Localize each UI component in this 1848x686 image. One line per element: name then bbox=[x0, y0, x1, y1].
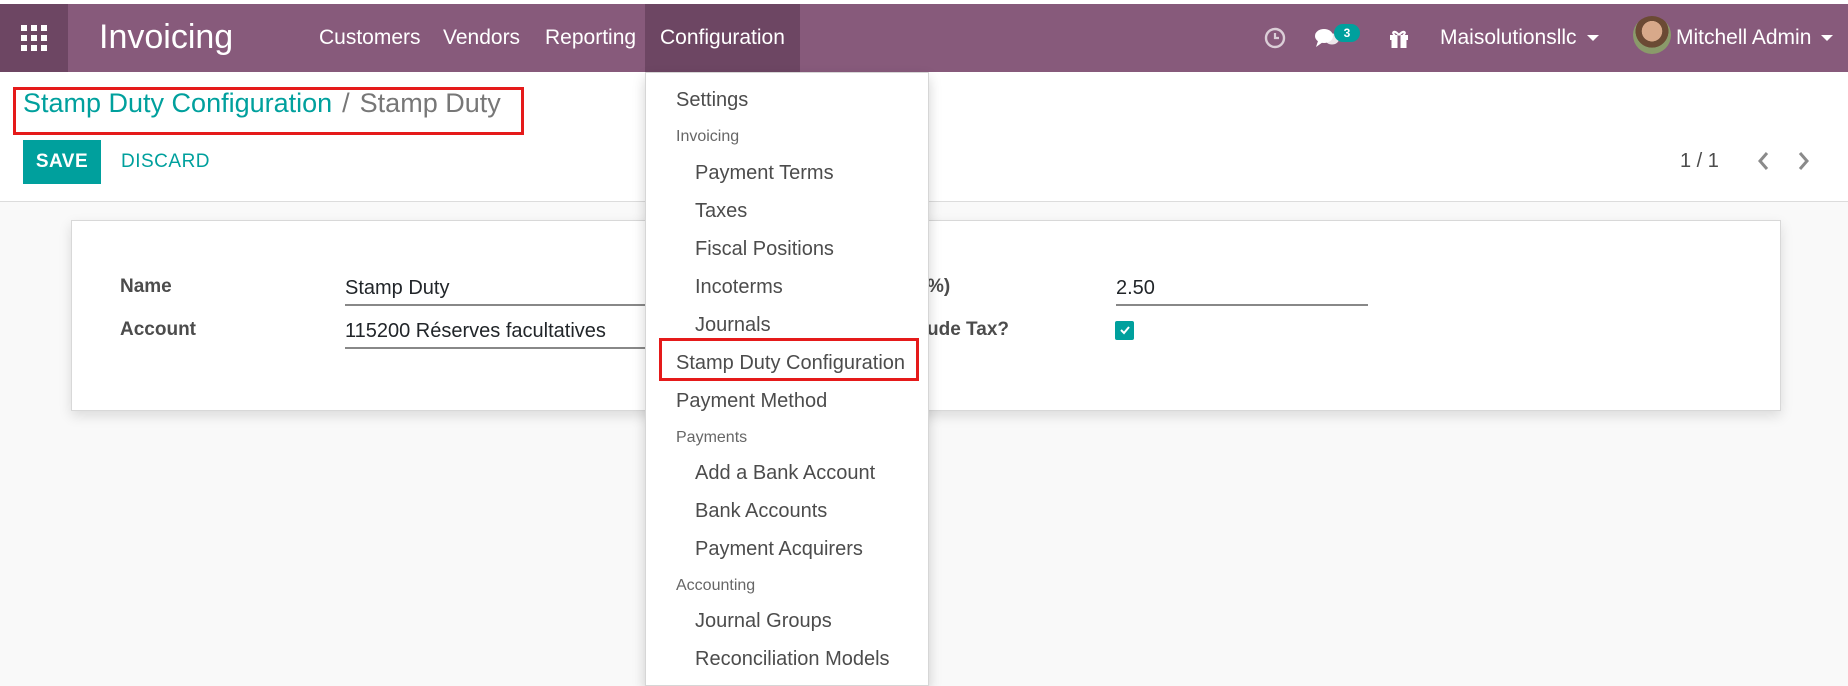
menu-customers[interactable]: Customers bbox=[319, 4, 421, 72]
menu-item-fiscal-positions[interactable]: Fiscal Positions bbox=[695, 238, 834, 261]
menu-reporting[interactable]: Reporting bbox=[545, 4, 636, 72]
menu-item-add-bank-account[interactable]: Add a Bank Account bbox=[695, 462, 875, 485]
exclude-tax-checkbox[interactable] bbox=[1115, 321, 1134, 340]
percent-label: %) bbox=[927, 276, 951, 297]
exclude-tax-label: ude Tax? bbox=[927, 319, 1009, 340]
company-switcher[interactable]: Maisolutionsllc bbox=[1440, 4, 1599, 72]
grid-icon bbox=[21, 25, 47, 51]
account-field[interactable]: 115200 Réserves facultatives bbox=[345, 320, 650, 349]
menu-item-payment-acquirers[interactable]: Payment Acquirers bbox=[695, 538, 863, 561]
menu-item-journals[interactable]: Journals bbox=[695, 314, 771, 337]
menu-item-journal-groups[interactable]: Journal Groups bbox=[695, 610, 832, 633]
breadcrumb-highlight-box bbox=[13, 87, 524, 135]
menu-highlight-box bbox=[659, 338, 919, 381]
menu-item-payment-method[interactable]: Payment Method bbox=[676, 390, 827, 413]
activity-clock-icon[interactable] bbox=[1264, 4, 1286, 72]
menu-item-taxes[interactable]: Taxes bbox=[695, 200, 747, 223]
menu-item-payment-terms[interactable]: Payment Terms bbox=[695, 162, 834, 185]
apps-menu-button[interactable] bbox=[0, 4, 68, 72]
menu-configuration[interactable]: Configuration bbox=[645, 4, 800, 72]
account-label: Account bbox=[120, 319, 196, 340]
user-name: Mitchell Admin bbox=[1676, 26, 1812, 49]
menu-item-incoterms[interactable]: Incoterms bbox=[695, 276, 783, 299]
user-menu[interactable]: Mitchell Admin bbox=[1676, 4, 1834, 72]
menu-header-payments: Payments bbox=[676, 429, 748, 446]
discard-button[interactable]: DISCARD bbox=[121, 140, 210, 184]
menu-header-accounting: Accounting bbox=[676, 577, 756, 594]
save-button[interactable]: SAVE bbox=[23, 140, 101, 184]
company-name: Maisolutionsllc bbox=[1440, 26, 1577, 49]
menu-item-bank-accounts[interactable]: Bank Accounts bbox=[695, 500, 827, 523]
pager-counter[interactable]: 1 / 1 bbox=[1680, 150, 1719, 173]
menu-header-invoicing: Invoicing bbox=[676, 128, 740, 145]
name-label: Name bbox=[120, 276, 172, 297]
caret-down-icon bbox=[1586, 35, 1599, 42]
name-field[interactable]: Stamp Duty bbox=[345, 277, 650, 306]
chevron-right-icon[interactable] bbox=[1797, 150, 1811, 178]
chevron-left-icon[interactable] bbox=[1756, 150, 1770, 178]
menu-item-reconciliation-models[interactable]: Reconciliation Models bbox=[695, 648, 890, 671]
app-title[interactable]: Invoicing bbox=[99, 18, 233, 57]
caret-down-icon bbox=[1821, 35, 1834, 42]
user-avatar[interactable] bbox=[1633, 16, 1671, 54]
checkmark-icon bbox=[1119, 326, 1130, 335]
menu-item-settings[interactable]: Settings bbox=[676, 89, 748, 112]
gift-icon[interactable] bbox=[1388, 4, 1410, 72]
percent-field[interactable]: 2.50 bbox=[1116, 277, 1368, 306]
message-count-badge: 3 bbox=[1334, 24, 1360, 42]
menu-vendors[interactable]: Vendors bbox=[443, 4, 520, 72]
